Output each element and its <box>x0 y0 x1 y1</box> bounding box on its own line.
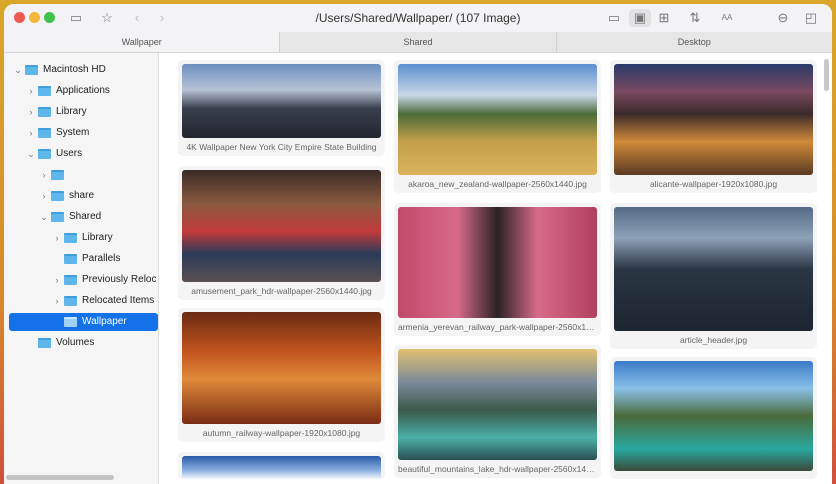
folder-item[interactable]: › share <box>9 187 158 205</box>
image-thumbnail[interactable] <box>182 312 381 424</box>
image-thumbnail[interactable] <box>398 207 597 318</box>
image-card[interactable]: akaroa_new_zealand-wallpaper-2560x1440.j… <box>394 60 601 193</box>
folder-label: Volumes <box>56 337 95 348</box>
image-caption: article_header.jpg <box>679 335 748 345</box>
folder-label: Previously Relocated Items <box>82 274 156 285</box>
image-card[interactable]: 4K Wallpaper New York City Empire State … <box>178 60 385 156</box>
image-thumbnail[interactable] <box>182 170 381 282</box>
slideshow-icon[interactable]: ◰ <box>801 9 821 27</box>
folder-item[interactable]: › Relocated Items <box>9 292 158 310</box>
image-card[interactable] <box>610 357 817 479</box>
folder-item[interactable]: ⌄ Shared <box>9 208 158 226</box>
image-thumbnail[interactable] <box>614 64 813 175</box>
folder-item[interactable]: › Library <box>9 229 158 247</box>
window-title: /Users/Shared/Wallpaper/ (107 Image) <box>315 11 521 25</box>
horizontal-scrollbar[interactable] <box>6 475 114 480</box>
folder-icon <box>38 149 51 159</box>
minus-circle-icon[interactable]: ⊖ <box>773 9 793 27</box>
folder-item[interactable]: › <box>9 166 158 184</box>
folder-icon <box>51 212 64 222</box>
image-thumbnail[interactable] <box>614 207 813 331</box>
folder-item[interactable]: Wallpaper <box>9 313 158 331</box>
single-view-icon[interactable]: ▭ <box>604 9 624 27</box>
folder-icon <box>38 128 51 138</box>
image-caption: alicante-wallpaper-1920x1080.jpg <box>649 179 778 189</box>
folder-item[interactable]: › System <box>9 124 158 142</box>
folder-icon <box>64 296 77 306</box>
image-thumbnail[interactable] <box>398 64 597 175</box>
image-card[interactable]: armenia_yerevan_railway_park-wallpaper-2… <box>394 203 601 336</box>
image-card[interactable]: beautiful_mountains_lake_hdr-wallpaper-2… <box>394 345 601 478</box>
image-thumbnail[interactable] <box>182 64 381 138</box>
tab-shared[interactable]: Shared <box>279 32 556 52</box>
chevron-right-icon[interactable]: › <box>39 187 49 205</box>
chevron-down-icon[interactable]: ⌄ <box>13 61 23 79</box>
image-card[interactable]: autumn_railway-wallpaper-1920x1080.jpg <box>178 308 385 442</box>
folder-icon <box>25 65 38 75</box>
image-card[interactable]: alicante-wallpaper-1920x1080.jpg <box>610 60 817 193</box>
folder-label: Parallels <box>82 253 121 264</box>
folder-item[interactable]: › Applications <box>9 82 158 100</box>
image-thumbnail[interactable] <box>398 349 597 460</box>
split-view-icon[interactable]: ▣ <box>629 9 651 27</box>
image-caption: beautiful_mountains_lake_hdr-wallpaper-2… <box>398 464 597 474</box>
folder-item[interactable]: › Previously Relocated Items <box>9 271 158 289</box>
folder-icon <box>64 233 77 243</box>
chevron-right-icon[interactable]: › <box>52 292 62 310</box>
folder-item[interactable]: ⌄ Macintosh HD <box>9 61 158 79</box>
folder-label: Applications <box>56 85 110 96</box>
folder-label: Relocated Items <box>82 295 155 306</box>
image-thumbnail[interactable] <box>182 456 381 480</box>
app-window: ▭ ☆ ‹ › /Users/Shared/Wallpaper/ (107 Im… <box>4 4 832 484</box>
folder-label: System <box>56 127 90 138</box>
folder-icon <box>64 254 77 264</box>
image-caption: akaroa_new_zealand-wallpaper-2560x1440.j… <box>408 179 587 189</box>
image-caption: armenia_yerevan_railway_park-wallpaper-2… <box>398 322 597 332</box>
folder-tree-sidebar: ⌄ Macintosh HD › Applications › Library › Syste… <box>4 53 159 484</box>
tab-bar: Wallpaper Shared Desktop <box>4 32 832 53</box>
image-caption: amusement_park_hdr-wallpaper-2560x1440.j… <box>191 286 372 296</box>
vertical-scrollbar[interactable] <box>824 59 829 91</box>
image-card[interactable] <box>178 452 385 480</box>
chevron-right-icon[interactable]: › <box>26 103 36 121</box>
chevron-down-icon[interactable]: ⌄ <box>26 145 36 163</box>
image-grid: 4K Wallpaper New York City Empire State … <box>169 53 832 484</box>
folder-icon <box>64 317 77 327</box>
folder-label: Wallpaper <box>82 316 127 327</box>
folder-label: Library <box>56 106 87 117</box>
folder-label: Macintosh HD <box>43 64 106 75</box>
image-card[interactable]: article_header.jpg <box>610 203 817 349</box>
folder-icon <box>64 275 77 285</box>
folder-icon <box>51 170 64 180</box>
image-caption: 4K Wallpaper New York City Empire State … <box>186 142 377 152</box>
tab-desktop[interactable]: Desktop <box>555 32 832 52</box>
chevron-right-icon[interactable]: › <box>39 166 49 184</box>
folder-label: share <box>69 190 95 201</box>
image-caption: autumn_railway-wallpaper-1920x1080.jpg <box>202 428 361 438</box>
chevron-down-icon[interactable]: ⌄ <box>39 208 49 226</box>
folder-icon <box>51 191 64 201</box>
folder-item[interactable]: Volumes <box>9 334 158 352</box>
chevron-right-icon[interactable]: › <box>52 229 62 247</box>
folder-item[interactable]: ⌄ Users <box>9 145 158 163</box>
folder-icon <box>38 107 51 117</box>
folder-label: Shared <box>69 211 102 222</box>
folder-item[interactable]: Parallels <box>9 250 158 268</box>
grid-view-icon[interactable]: ⊞ <box>654 9 674 27</box>
folder-label: Users <box>56 148 83 159</box>
image-thumbnail[interactable] <box>614 361 813 471</box>
folder-icon <box>38 338 51 348</box>
folder-icon <box>38 86 51 96</box>
chevron-right-icon[interactable]: › <box>26 124 36 142</box>
chevron-right-icon[interactable]: › <box>52 271 62 289</box>
sort-icon[interactable]: ⇅ <box>685 9 705 27</box>
image-card[interactable]: amusement_park_hdr-wallpaper-2560x1440.j… <box>178 166 385 300</box>
folder-item[interactable]: › Library <box>9 103 158 121</box>
folder-label: Library <box>82 232 113 243</box>
title-bar: ▭ ☆ ‹ › /Users/Shared/Wallpaper/ (107 Im… <box>4 4 832 32</box>
text-size-icon[interactable]: AA <box>717 9 737 27</box>
tab-wallpaper[interactable]: Wallpaper <box>4 32 280 52</box>
chevron-right-icon[interactable]: › <box>26 82 36 100</box>
